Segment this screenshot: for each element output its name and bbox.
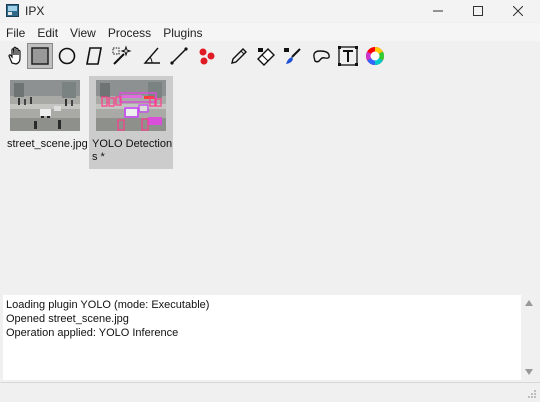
hand-icon bbox=[8, 46, 21, 65]
scroll-down-button[interactable] bbox=[521, 366, 536, 378]
minimize-button[interactable] bbox=[418, 0, 458, 22]
polygon-icon bbox=[86, 47, 102, 65]
polygon-select-tool-button[interactable] bbox=[81, 43, 107, 69]
eraser-tool-button[interactable] bbox=[253, 43, 279, 69]
pencil-tool-button[interactable] bbox=[226, 43, 252, 69]
minimize-icon bbox=[433, 10, 443, 12]
menu-view[interactable]: View bbox=[64, 23, 102, 41]
log-console[interactable]: Loading plugin YOLO (mode: Executable) O… bbox=[3, 295, 521, 380]
maximize-icon bbox=[473, 6, 483, 16]
menu-edit[interactable]: Edit bbox=[31, 23, 64, 41]
scroll-down-arrow-icon bbox=[524, 369, 533, 375]
angle-icon bbox=[143, 47, 160, 64]
color-wheel-icon bbox=[365, 47, 385, 65]
points-icon bbox=[199, 48, 215, 65]
log-line: Operation applied: YOLO Inference bbox=[6, 327, 179, 339]
status-bar bbox=[0, 382, 540, 402]
line-icon bbox=[170, 47, 188, 65]
maximize-button[interactable] bbox=[458, 0, 498, 22]
gallery-item-label: YOLO Detections * bbox=[92, 138, 173, 163]
hand-tool-button[interactable] bbox=[3, 43, 29, 69]
color-picker-tool-button[interactable] bbox=[362, 43, 388, 69]
magic-wand-tool-button[interactable] bbox=[108, 43, 134, 69]
scroll-up-arrow-icon bbox=[524, 300, 533, 306]
rectangle-select-tool-button[interactable] bbox=[27, 43, 53, 69]
points-tool-button[interactable] bbox=[194, 43, 220, 69]
magic-wand-icon bbox=[112, 45, 132, 65]
log-line: Loading plugin YOLO (mode: Executable) bbox=[6, 299, 210, 311]
app-icon bbox=[6, 4, 19, 17]
window-title: IPX bbox=[25, 4, 45, 18]
angle-tool-button[interactable] bbox=[139, 43, 165, 69]
text-tool-button[interactable] bbox=[335, 43, 361, 69]
scroll-up-button[interactable] bbox=[521, 297, 536, 309]
lasso-icon bbox=[313, 50, 330, 63]
image-gallery: street_scene.jpg YOLO Detections * bbox=[0, 72, 540, 294]
close-icon bbox=[513, 6, 523, 16]
menu-plugins[interactable]: Plugins bbox=[157, 23, 208, 41]
close-button[interactable] bbox=[498, 0, 538, 22]
toolbar bbox=[0, 42, 540, 70]
lasso-tool-button[interactable] bbox=[308, 43, 334, 69]
yolo-detections-thumbnail-image bbox=[96, 80, 166, 131]
street-scene-thumbnail-image bbox=[10, 80, 80, 131]
thumbnail-yolo-detections bbox=[96, 80, 166, 131]
menu-process[interactable]: Process bbox=[102, 23, 157, 41]
rectangle-icon bbox=[31, 47, 49, 65]
brush-icon bbox=[284, 48, 301, 64]
line-tool-button[interactable] bbox=[166, 43, 192, 69]
menu-bar: File Edit View Process Plugins bbox=[0, 23, 540, 41]
ellipse-select-tool-button[interactable] bbox=[54, 43, 80, 69]
menu-file[interactable]: File bbox=[0, 23, 31, 41]
gallery-item-yolo-detections[interactable]: YOLO Detections * bbox=[89, 76, 173, 169]
brush-tool-button[interactable] bbox=[280, 43, 306, 69]
thumbnail-street-scene bbox=[10, 80, 80, 131]
pencil-icon bbox=[231, 48, 247, 64]
resize-grip-icon[interactable] bbox=[527, 389, 537, 399]
gallery-item-street-scene[interactable]: street_scene.jpg bbox=[4, 76, 88, 169]
log-scrollbar[interactable] bbox=[521, 295, 536, 380]
ellipse-icon bbox=[58, 47, 76, 65]
log-line: Opened street_scene.jpg bbox=[6, 313, 129, 325]
text-icon bbox=[338, 46, 358, 66]
title-bar: IPX bbox=[0, 0, 540, 22]
eraser-icon bbox=[257, 48, 275, 66]
gallery-item-label: street_scene.jpg bbox=[7, 138, 88, 150]
